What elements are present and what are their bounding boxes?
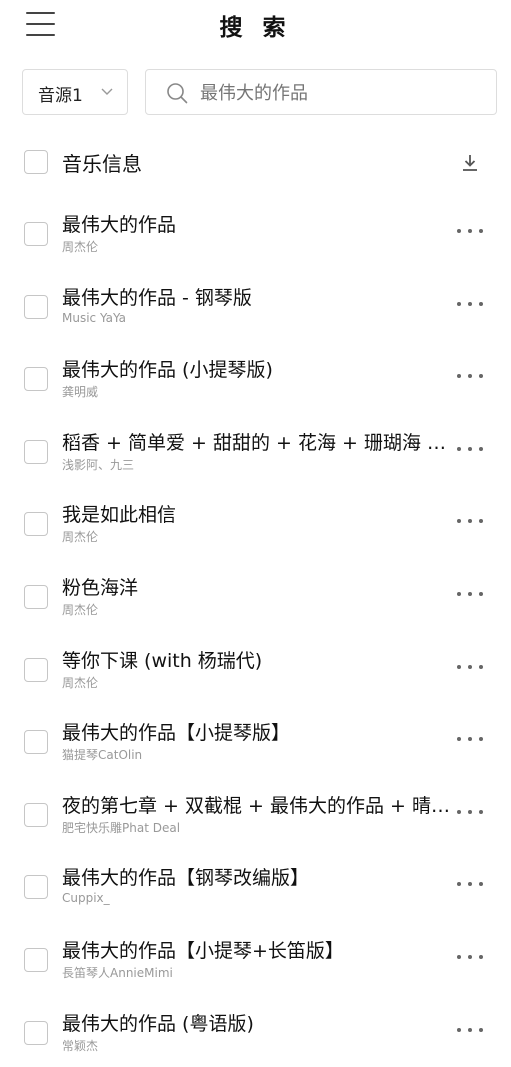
list-header: 音乐信息 [0,140,511,184]
song-artist: 龚明威 [62,385,99,400]
song-checkbox[interactable] [24,512,48,537]
song-title: 最伟大的作品 - 钢琴版 [62,286,252,309]
song-artist: 猫提琴CatOlin [62,748,143,763]
song-checkbox[interactable] [24,367,48,392]
list-item[interactable]: 最伟大的作品 周杰伦 [0,196,511,269]
song-title: 最伟大的作品【小提琴版】 [62,722,291,745]
song-checkbox[interactable] [24,730,48,755]
list-header-label: 音乐信息 [62,152,142,176]
song-list: 最伟大的作品 周杰伦 最伟大的作品 - 钢琴版 Music YaYa 最伟大的作… [0,196,511,1067]
song-checkbox[interactable] [24,802,48,827]
song-artist: 周杰伦 [62,602,99,617]
more-options-icon[interactable] [457,370,483,382]
more-options-icon[interactable] [457,951,483,963]
song-title: 最伟大的作品 [62,214,177,236]
song-title: 等你下课 (with 杨瑞代) [62,649,263,672]
song-artist: Cuppix_ [62,891,110,906]
download-icon[interactable] [460,153,480,173]
song-title: 粉色海洋 [62,576,139,599]
song-checkbox[interactable] [24,222,48,246]
search-box[interactable] [145,69,497,115]
more-options-icon[interactable] [457,588,483,600]
source-select[interactable]: 音源1 [22,69,128,115]
list-item[interactable]: 稻香 + 简单爱 + 甜甜的 + 花海 + 珊瑚海 + … 浅影阿、九三 [0,414,511,487]
song-title: 最伟大的作品【小提琴+长笛版】 [62,939,344,962]
more-options-icon[interactable] [457,806,483,818]
song-checkbox[interactable] [24,875,48,900]
song-title: 最伟大的作品 (粤语版) [62,1012,254,1035]
song-checkbox[interactable] [24,1020,48,1045]
list-item[interactable]: 粉色海洋 周杰伦 [0,559,511,632]
chevron-down-icon [101,88,113,95]
song-title: 我是如此相信 [62,504,177,527]
song-title: 最伟大的作品【钢琴改编版】 [62,867,310,890]
list-item[interactable]: 最伟大的作品 (小提琴版) 龚明威 [0,341,511,414]
more-options-icon[interactable] [457,878,483,890]
list-item[interactable]: 最伟大的作品 - 钢琴版 Music YaYa [0,269,511,342]
song-artist: 周杰伦 [62,530,99,545]
list-item[interactable]: 我是如此相信 周杰伦 [0,486,511,559]
song-artist: 浅影阿、九三 [62,457,135,472]
source-select-label: 音源1 [38,86,83,106]
song-artist: Music YaYa [62,310,127,325]
search-icon [167,83,188,104]
song-checkbox[interactable] [24,584,48,609]
more-options-icon[interactable] [457,733,483,745]
page-title: 搜 索 [219,15,292,41]
more-options-icon[interactable] [457,515,483,527]
list-item[interactable]: 最伟大的作品 (粤语版) 常颖杰 [0,995,511,1067]
more-options-icon[interactable] [457,1024,483,1036]
search-input[interactable] [198,78,482,108]
top-bar: 搜 索 [0,0,511,50]
song-artist: 周杰伦 [62,675,99,690]
song-checkbox[interactable] [24,294,48,319]
song-checkbox[interactable] [24,657,48,682]
song-title: 夜的第七章 + 双截棍 + 最伟大的作品 + 晴… [62,794,450,817]
more-options-icon[interactable] [457,298,483,310]
song-artist: 長笛琴人AnnieMimi [62,965,173,980]
song-artist: 周杰伦 [62,240,99,254]
song-title: 最伟大的作品 (小提琴版) [62,359,273,382]
list-item[interactable]: 等你下课 (with 杨瑞代) 周杰伦 [0,632,511,705]
song-title: 稻香 + 简单爱 + 甜甜的 + 花海 + 珊瑚海 + … [62,431,456,454]
select-all-checkbox[interactable] [24,150,48,174]
song-checkbox[interactable] [24,947,48,972]
list-item[interactable]: 夜的第七章 + 双截棍 + 最伟大的作品 + 晴… 肥宅快乐雕Phat Deal [0,777,511,850]
list-item[interactable]: 最伟大的作品【小提琴+长笛版】 長笛琴人AnnieMimi [0,922,511,995]
list-item[interactable]: 最伟大的作品【小提琴版】 猫提琴CatOlin [0,704,511,777]
song-artist: 常颖杰 [62,1038,99,1053]
list-item[interactable]: 最伟大的作品【钢琴改编版】 Cuppix_ [0,849,511,922]
more-options-icon[interactable] [457,443,483,455]
more-options-icon[interactable] [457,661,483,673]
song-artist: 肥宅快乐雕Phat Deal [62,820,181,835]
song-checkbox[interactable] [24,439,48,464]
more-options-icon[interactable] [457,225,483,237]
